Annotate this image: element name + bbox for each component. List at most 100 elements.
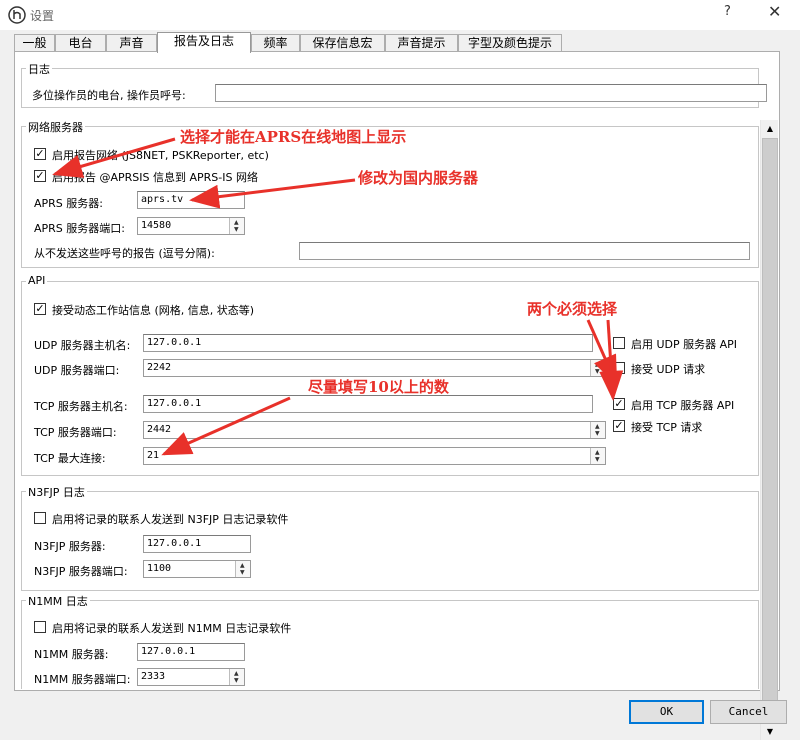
tcp-port-value: 2442 (147, 424, 172, 435)
scroll-thumb[interactable] (762, 138, 778, 722)
aprs-server-label: APRS 服务器: (34, 197, 103, 210)
cancel-button[interactable]: Cancel (710, 700, 787, 724)
n3fjp-send-label: 启用将记录的联系人发送到 N3FJP 日志记录软件 (52, 513, 289, 526)
aprs-server-input[interactable]: aprs.tv (137, 191, 245, 209)
spin-buttons[interactable]: ▲ ▼ (590, 360, 605, 376)
close-button[interactable]: ✕ (768, 2, 781, 21)
accept-udp-checkbox[interactable] (613, 362, 625, 374)
tab-reports-logs[interactable]: 报告及日志 (157, 32, 251, 53)
tab-radio[interactable]: 电台 (55, 34, 106, 52)
accept-tcp-checkbox[interactable]: ✓ (613, 420, 625, 432)
scroll-up-icon[interactable]: ▲ (761, 120, 779, 137)
scroll-area[interactable]: 网络服务器 ✓ 启用报告网络 (JS8NET, PSKReporter, etc… (15, 121, 760, 689)
enable-tcp-label: 启用 TCP 服务器 API (631, 399, 735, 412)
spin-buttons[interactable]: ▲ ▼ (590, 422, 605, 438)
n1mm-group: N1MM 日志 启用将记录的联系人发送到 N1MM 日志记录软件 N1MM 服务… (21, 593, 759, 689)
checkmark-icon: ✓ (35, 169, 45, 182)
down-arrow-icon: ▼ (234, 677, 239, 684)
spin-buttons[interactable]: ▲ ▼ (229, 218, 244, 234)
n3fjp-port-spinner[interactable]: 1100 ▲ ▼ (143, 560, 251, 578)
checkmark-icon: ✓ (35, 147, 45, 160)
checkmark-icon: ✓ (35, 302, 45, 315)
spin-buttons[interactable]: ▲ ▼ (229, 669, 244, 685)
enable-udp-label: 启用 UDP 服务器 API (631, 338, 738, 351)
n1mm-server-input[interactable]: 127.0.0.1 (137, 643, 245, 661)
log-group-title: 日志 (26, 61, 52, 77)
annotation-aprs-map: 选择才能在APRS在线地图上显示 (180, 128, 407, 146)
tab-general[interactable]: 一般 (14, 34, 55, 52)
window-title: 设置 (30, 9, 55, 23)
aprs-port-value: 14580 (141, 220, 172, 231)
down-arrow-icon: ▼ (240, 569, 245, 576)
n1mm-send-checkbox[interactable] (34, 621, 46, 633)
annotation-domestic-server: 修改为国内服务器 (358, 169, 479, 187)
n3fjp-server-label: N3FJP 服务器: (34, 540, 106, 553)
udp-port-spinner[interactable]: 2242 ▲ ▼ (143, 359, 606, 377)
down-arrow-icon: ▼ (234, 226, 239, 233)
help-button[interactable]: ? (724, 4, 731, 19)
annotation-must-select: 两个必须选择 (527, 300, 618, 318)
annotation-over-ten: 尽量填写10以上的数 (308, 378, 449, 396)
tab-fonts-colors[interactable]: 字型及颜色提示 (458, 34, 562, 52)
no-report-input[interactable] (299, 242, 750, 260)
n1mm-port-value: 2333 (141, 671, 166, 682)
tcp-host-input[interactable]: 127.0.0.1 (143, 395, 593, 413)
ok-button[interactable]: OK (629, 700, 704, 724)
aprs-port-spinner[interactable]: 14580 ▲ ▼ (137, 217, 245, 235)
n3fjp-send-checkbox[interactable] (34, 512, 46, 524)
udp-host-input[interactable]: 127.0.0.1 (143, 334, 593, 352)
spin-buttons[interactable]: ▲ ▼ (590, 448, 605, 464)
tab-frequency[interactable]: 频率 (251, 34, 300, 52)
enable-report-label: 启用报告网络 (JS8NET, PSKReporter, etc) (52, 149, 269, 162)
down-arrow-icon: ▼ (595, 430, 600, 437)
tcp-max-label: TCP 最大连接: (34, 452, 106, 465)
accept-udp-label: 接受 UDP 请求 (631, 363, 706, 376)
aprs-port-label: APRS 服务器端口: (34, 222, 125, 235)
tcp-port-spinner[interactable]: 2442 ▲ ▼ (143, 421, 606, 439)
network-group: 网络服务器 ✓ 启用报告网络 (JS8NET, PSKReporter, etc… (21, 121, 759, 268)
tab-audio[interactable]: 声音 (106, 34, 157, 52)
spin-buttons[interactable]: ▲ ▼ (235, 561, 250, 577)
log-group: 日志 多位操作员的电台, 操作员呼号: (21, 61, 767, 108)
tab-sound-alerts[interactable]: 声音提示 (385, 34, 458, 52)
n3fjp-group-title: N3FJP 日志 (26, 484, 87, 500)
accept-dynamic-checkbox[interactable]: ✓ (34, 303, 46, 315)
n1mm-port-spinner[interactable]: 2333 ▲ ▼ (137, 668, 245, 686)
tab-saved-macros[interactable]: 保存信息宏 (300, 34, 385, 52)
network-group-title: 网络服务器 (26, 121, 85, 135)
title-bar: 设置 ? ✕ (0, 0, 800, 30)
tcp-max-value: 21 (147, 450, 160, 461)
accept-tcp-label: 接受 TCP 请求 (631, 421, 703, 434)
enable-tcp-checkbox[interactable]: ✓ (613, 398, 625, 410)
enable-aprsis-checkbox[interactable]: ✓ (34, 170, 46, 182)
checkmark-icon: ✓ (614, 419, 624, 432)
tcp-max-spinner[interactable]: 21 ▲ ▼ (143, 447, 606, 465)
n1mm-group-title: N1MM 日志 (26, 593, 90, 609)
n1mm-send-label: 启用将记录的联系人发送到 N1MM 日志记录软件 (52, 622, 292, 635)
tcp-host-label: TCP 服务器主机名: (34, 400, 128, 413)
enable-udp-checkbox[interactable] (613, 337, 625, 349)
api-group-title: API (26, 274, 48, 287)
n3fjp-port-value: 1100 (147, 563, 172, 574)
accept-dynamic-label: 接受动态工作站信息 (网格, 信息, 状态等) (52, 304, 255, 317)
down-arrow-icon: ▼ (595, 456, 600, 463)
app-logo-icon (8, 6, 26, 24)
operator-callsign-input[interactable] (215, 84, 767, 102)
vertical-scrollbar[interactable]: ▲ ▼ (760, 120, 778, 740)
enable-aprsis-label: 启用报告 @APRSIS 信息到 APRS-IS 网络 (52, 171, 258, 184)
udp-host-label: UDP 服务器主机名: (34, 339, 131, 352)
n3fjp-port-label: N3FJP 服务器端口: (34, 565, 128, 578)
settings-pane: 日志 多位操作员的电台, 操作员呼号: 网络服务器 ✓ 启用报告网络 (JS8N… (14, 51, 780, 740)
operator-callsign-label: 多位操作员的电台, 操作员呼号: (32, 89, 186, 102)
udp-port-value: 2242 (147, 362, 172, 373)
scroll-down-icon[interactable]: ▼ (761, 723, 779, 740)
tcp-port-label: TCP 服务器端口: (34, 426, 117, 439)
no-report-label: 从不发送这些呼号的报告 (逗号分隔): (34, 247, 215, 260)
n1mm-port-label: N1MM 服务器端口: (34, 673, 131, 686)
down-arrow-icon: ▼ (595, 368, 600, 375)
checkmark-icon: ✓ (614, 397, 624, 410)
n1mm-server-label: N1MM 服务器: (34, 648, 109, 661)
enable-report-checkbox[interactable]: ✓ (34, 148, 46, 160)
n3fjp-group: N3FJP 日志 启用将记录的联系人发送到 N3FJP 日志记录软件 N3FJP… (21, 484, 759, 591)
n3fjp-server-input[interactable]: 127.0.0.1 (143, 535, 251, 553)
